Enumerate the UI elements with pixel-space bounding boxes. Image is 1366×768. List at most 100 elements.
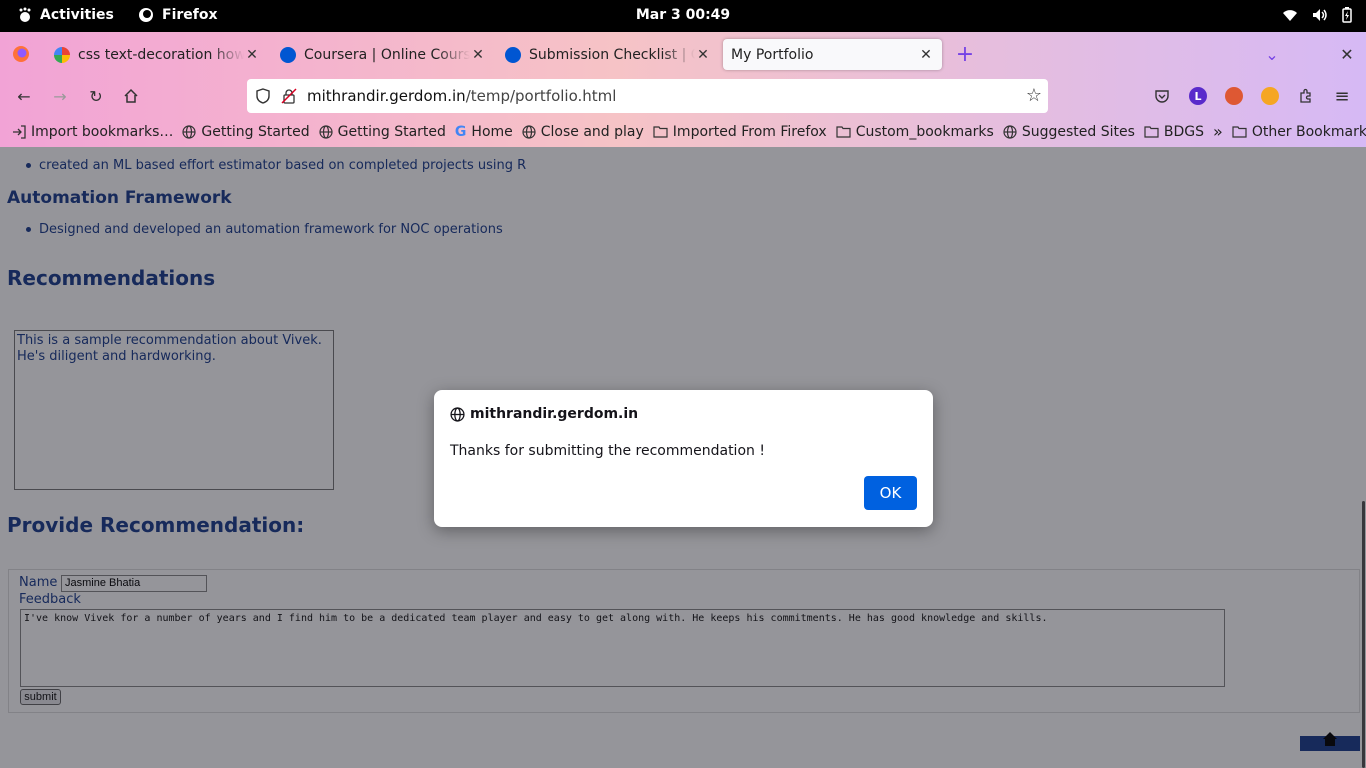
bookmark-label: Suggested Sites — [1021, 123, 1135, 140]
tab-google-search[interactable]: css text-decoration how t ✕ — [46, 39, 268, 70]
globe-icon — [182, 124, 197, 139]
account-button[interactable]: L — [1186, 84, 1210, 108]
bookmark-label: Getting Started — [337, 123, 446, 140]
folder-icon — [1232, 126, 1247, 138]
close-tab-icon[interactable]: ✕ — [695, 47, 711, 63]
forward-button[interactable]: → — [48, 84, 72, 108]
bookmark-folder-custom[interactable]: Custom_bookmarks — [836, 124, 994, 140]
dialog-origin-text: mithrandir.gerdom.in — [470, 406, 639, 422]
battery-icon — [1342, 7, 1352, 23]
tab-title: Submission Checklist | Co — [529, 46, 695, 63]
extensions-button[interactable] — [1294, 84, 1318, 108]
reload-icon: ↻ — [89, 86, 103, 106]
bookmark-getting-started[interactable]: Getting Started — [182, 123, 310, 140]
coursera-favicon-icon — [280, 46, 296, 63]
gnome-foot-icon — [19, 7, 31, 22]
close-tab-icon[interactable]: ✕ — [470, 47, 486, 63]
new-tab-button[interactable]: + — [953, 41, 977, 67]
hamburger-icon: ≡ — [1334, 85, 1350, 107]
navigation-toolbar: ← → ↻ mithrandir.gerdom.in/temp/portfoli… — [0, 76, 1366, 116]
bookmark-label: Imported From Firefox — [672, 123, 827, 140]
bookmark-folder-other[interactable]: Other Bookmarks — [1232, 124, 1366, 140]
app-name: Firefox — [162, 7, 218, 23]
arrow-left-icon: ← — [17, 86, 31, 106]
app-menu-button[interactable]: ≡ — [1330, 84, 1354, 108]
folder-icon — [836, 126, 851, 138]
grammarly-extension-button[interactable] — [1258, 84, 1282, 108]
bookmark-close-and-play[interactable]: Close and play — [522, 124, 644, 140]
reload-button[interactable]: ↻ — [84, 84, 108, 108]
close-tab-icon[interactable]: ✕ — [244, 47, 260, 63]
list-all-tabs-button[interactable]: ⌄ — [1260, 42, 1284, 66]
folder-icon — [653, 126, 668, 138]
volume-icon — [1313, 9, 1327, 21]
bookmark-label: Home — [471, 123, 513, 140]
bookmark-label: Import bookmarks… — [31, 123, 174, 140]
system-tray[interactable] — [1282, 7, 1352, 23]
bookmark-label: Getting Started — [201, 123, 310, 140]
bookmark-label: Other Bookmarks — [1251, 123, 1366, 140]
back-button[interactable]: ← — [12, 84, 36, 108]
close-icon: ✕ — [1340, 44, 1354, 64]
wifi-icon — [1283, 10, 1297, 21]
app-menu[interactable]: Firefox — [138, 7, 218, 23]
pocket-button[interactable] — [1150, 84, 1174, 108]
globe-icon — [522, 124, 536, 139]
browser-chrome: css text-decoration how t ✕ Coursera | O… — [0, 32, 1366, 147]
bookmark-label: Custom_bookmarks — [855, 123, 994, 140]
grammarly-icon — [1261, 87, 1279, 105]
ok-button[interactable]: OK — [864, 476, 917, 510]
duckduckgo-extension-button[interactable] — [1222, 84, 1246, 108]
google-favicon-icon — [54, 46, 70, 63]
system-top-bar: Activities Firefox Mar 3 00:49 — [0, 0, 1366, 32]
bookmark-label: Close and play — [540, 123, 644, 140]
bookmarks-toolbar: Import bookmarks… Getting Started Gettin… — [0, 116, 1366, 147]
plus-icon: + — [955, 41, 975, 67]
coursera-favicon-icon — [505, 46, 521, 63]
bookmark-getting-started-2[interactable]: Getting Started — [319, 124, 446, 140]
tab-title: css text-decoration how t — [78, 46, 244, 63]
tab-strip: css text-decoration how t ✕ Coursera | O… — [0, 32, 1366, 76]
firefox-icon — [139, 8, 153, 22]
bookmark-folder-imported[interactable]: Imported From Firefox — [653, 124, 827, 140]
bookmark-home[interactable]: G Home — [455, 124, 513, 140]
url-bar[interactable]: mithrandir.gerdom.in/temp/portfolio.html… — [247, 79, 1048, 113]
globe-icon — [450, 406, 465, 422]
firefox-view-button[interactable] — [9, 42, 33, 66]
activities-label: Activities — [40, 7, 114, 23]
import-icon — [13, 124, 26, 139]
google-icon: G — [454, 123, 467, 140]
chevron-down-icon: ⌄ — [1265, 44, 1279, 64]
bookmark-star-icon[interactable]: ☆ — [1026, 85, 1042, 106]
avatar: L — [1189, 87, 1207, 105]
tab-my-portfolio[interactable]: My Portfolio ✕ — [723, 39, 942, 70]
puzzle-icon — [1300, 88, 1311, 103]
dialog-message: Thanks for submitting the recommendation… — [450, 443, 765, 459]
tab-title: Coursera | Online Courses — [304, 46, 470, 63]
tab-coursera[interactable]: Coursera | Online Courses ✕ — [272, 39, 494, 70]
close-window-button[interactable]: ✕ — [1335, 42, 1359, 66]
pocket-icon — [1155, 90, 1169, 103]
activities-button[interactable]: Activities — [18, 7, 114, 23]
url-path: /temp/portfolio.html — [465, 87, 617, 105]
insecure-lock-icon[interactable] — [281, 88, 297, 104]
globe-icon — [319, 124, 333, 139]
clock[interactable]: Mar 3 00:49 — [636, 7, 730, 23]
bookmark-folder-bdgs[interactable]: BDGS — [1144, 124, 1204, 140]
firefox-logo-icon — [13, 46, 29, 62]
home-icon — [124, 88, 138, 103]
shield-icon[interactable] — [255, 88, 271, 104]
home-button[interactable] — [119, 84, 143, 108]
bookmark-label: BDGS — [1163, 123, 1205, 140]
url-text[interactable]: mithrandir.gerdom.in/temp/portfolio.html — [307, 87, 616, 105]
bookmark-suggested-sites[interactable]: Suggested Sites — [1003, 124, 1135, 140]
arrow-right-icon: → — [53, 86, 67, 106]
bookmark-import[interactable]: Import bookmarks… — [12, 124, 173, 140]
tab-submission-checklist[interactable]: Submission Checklist | Co ✕ — [497, 39, 719, 70]
globe-icon — [1003, 124, 1017, 139]
folder-icon — [1144, 126, 1159, 138]
dialog-origin: mithrandir.gerdom.in — [450, 406, 638, 422]
chevron-double-right-icon: » — [1213, 122, 1223, 141]
bookmarks-overflow-button[interactable]: » — [1213, 122, 1223, 141]
close-tab-icon[interactable]: ✕ — [918, 47, 934, 63]
